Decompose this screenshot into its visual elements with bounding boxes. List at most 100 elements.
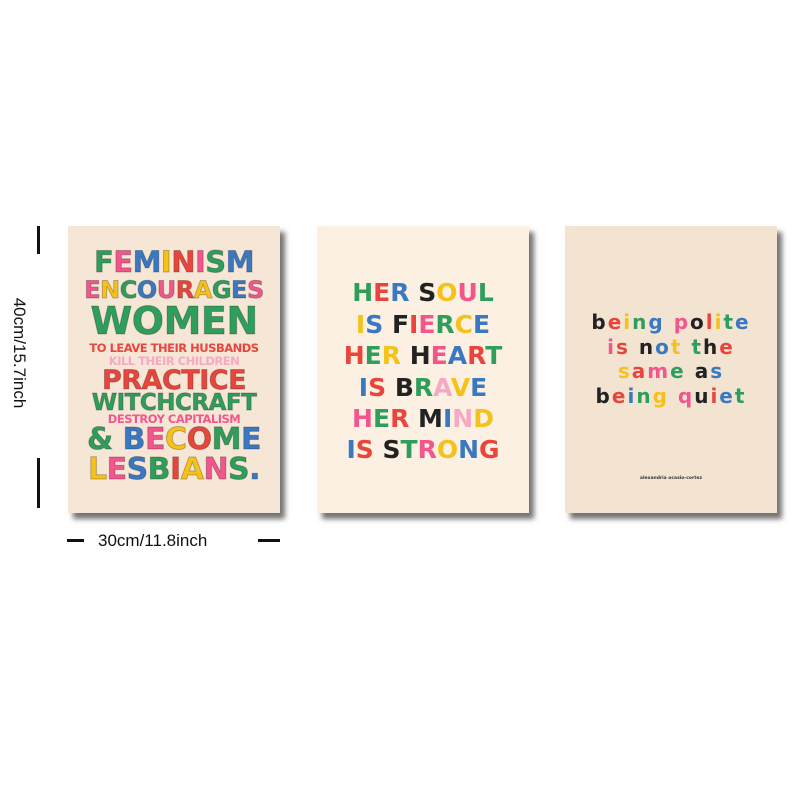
poster-letter: N [232,341,243,355]
poster-letter: V [450,373,471,402]
poster-letter: q [677,384,695,408]
poster-letter [409,404,418,433]
width-dimension-left-tick [67,539,84,542]
poster-letter: S [355,435,374,464]
poster-letter: H [409,341,431,370]
poster-letter: D [473,404,494,433]
poster-letter: p [673,310,691,334]
poster-letter: S [126,452,149,487]
poster-letter: A [180,452,204,487]
poster-letter: S [205,245,227,279]
poster-letter: I [355,310,366,339]
poster-letter: E [372,404,391,433]
poster-letter: M [163,299,202,343]
poster-letter: R [435,310,455,339]
poster-2-line-2: IS FIERCE [317,312,529,337]
poster-letter: i [627,384,637,408]
poster-2-line-5: HER MIND [317,406,529,431]
poster-letter: O [131,299,164,343]
poster-3-author: alexandria ocasio-cortez [639,476,703,481]
poster-letter: h [703,335,720,359]
poster-being-polite: being polite is not the same as being qu… [565,226,777,513]
poster-letter: N [226,299,259,343]
poster-letter: I [160,245,172,279]
poster-letter: U [457,278,478,307]
poster-letter: N [203,452,229,487]
poster-letter: i [710,384,720,408]
height-dimension-top-tick [37,226,40,254]
poster-letter: b [595,384,612,408]
poster-letter: R [417,435,437,464]
poster-letter: R [381,341,401,370]
poster-letter: e [719,335,735,359]
poster-letter: O [96,341,107,355]
poster-letter: M [418,404,443,433]
poster-letter: T [485,341,503,370]
poster-letter: b [591,310,608,334]
poster-letter: B [215,341,225,355]
poster-letter: n [632,310,649,334]
poster-letter: S [228,452,251,487]
poster-3-line-3: same as [565,361,777,381]
poster-letter: H [343,341,365,370]
poster-letter: u [694,384,711,408]
poster-letter: E [200,299,227,343]
poster-2-line-3: HER HEART [317,343,529,368]
poster-letter: S [418,278,437,307]
poster-letter: l [705,310,715,334]
poster-letter: I [442,404,453,433]
poster-letter: t [691,335,703,359]
poster-3-line-2: is not the [565,337,777,357]
poster-letter: A [224,341,233,355]
poster-letter: S [365,310,384,339]
poster-letter: B [147,452,171,487]
poster-letter: A [447,341,468,370]
poster-letter: F [93,245,114,279]
poster-letter: I [194,245,206,279]
poster-letter: E [418,310,436,339]
poster-letter [686,359,695,383]
poster-letter: M [225,245,255,279]
poster-letter: N [458,435,480,464]
poster-letter: e [735,310,751,334]
poster-letter: S [250,341,259,355]
poster-2-line-4: IS BRAVE [317,375,529,400]
poster-letter: F [391,310,410,339]
poster-letter: g [652,384,669,408]
poster-letter: H [352,404,373,433]
poster-letter: E [373,278,391,307]
poster-letter: t [734,384,747,408]
poster-1-line-1: FEMINISM [77,245,271,279]
poster-letter: C [454,310,474,339]
poster-letter: o [655,335,671,359]
height-dimension-bottom-tick [37,458,40,508]
poster-letter: R [390,404,410,433]
poster-letter: a [631,359,648,383]
poster-letter: O [436,435,459,464]
poster-letter: I [409,310,419,339]
poster-letter [669,384,678,408]
poster-letter: e [719,384,735,408]
poster-letter: L [87,452,107,487]
width-dimension-right-tick [258,539,280,542]
poster-letter: s [617,359,632,383]
poster-letter: E [113,245,134,279]
poster-letter: T [150,341,159,355]
poster-letter: m [647,359,671,383]
poster-letter: B [394,373,414,402]
poster-2-line-1: HER SOUL [317,280,529,305]
poster-letter: e [607,310,624,334]
height-dimension-label: 40cm/15.7inch [10,297,29,409]
poster-2-line-6: IS STRONG [317,437,529,462]
poster-letter: i [607,335,617,359]
poster-letter: E [473,310,491,339]
poster-letter: t [670,335,683,359]
poster-letter: V [131,341,140,355]
poster-letter: E [167,341,175,355]
width-dimension-label: 30cm/11.8inch [98,531,208,550]
poster-letter: M [132,245,162,279]
poster-letter [630,335,639,359]
poster-letter: R [413,373,434,402]
poster-letter: L [477,278,494,307]
poster-letter: . [249,452,261,487]
